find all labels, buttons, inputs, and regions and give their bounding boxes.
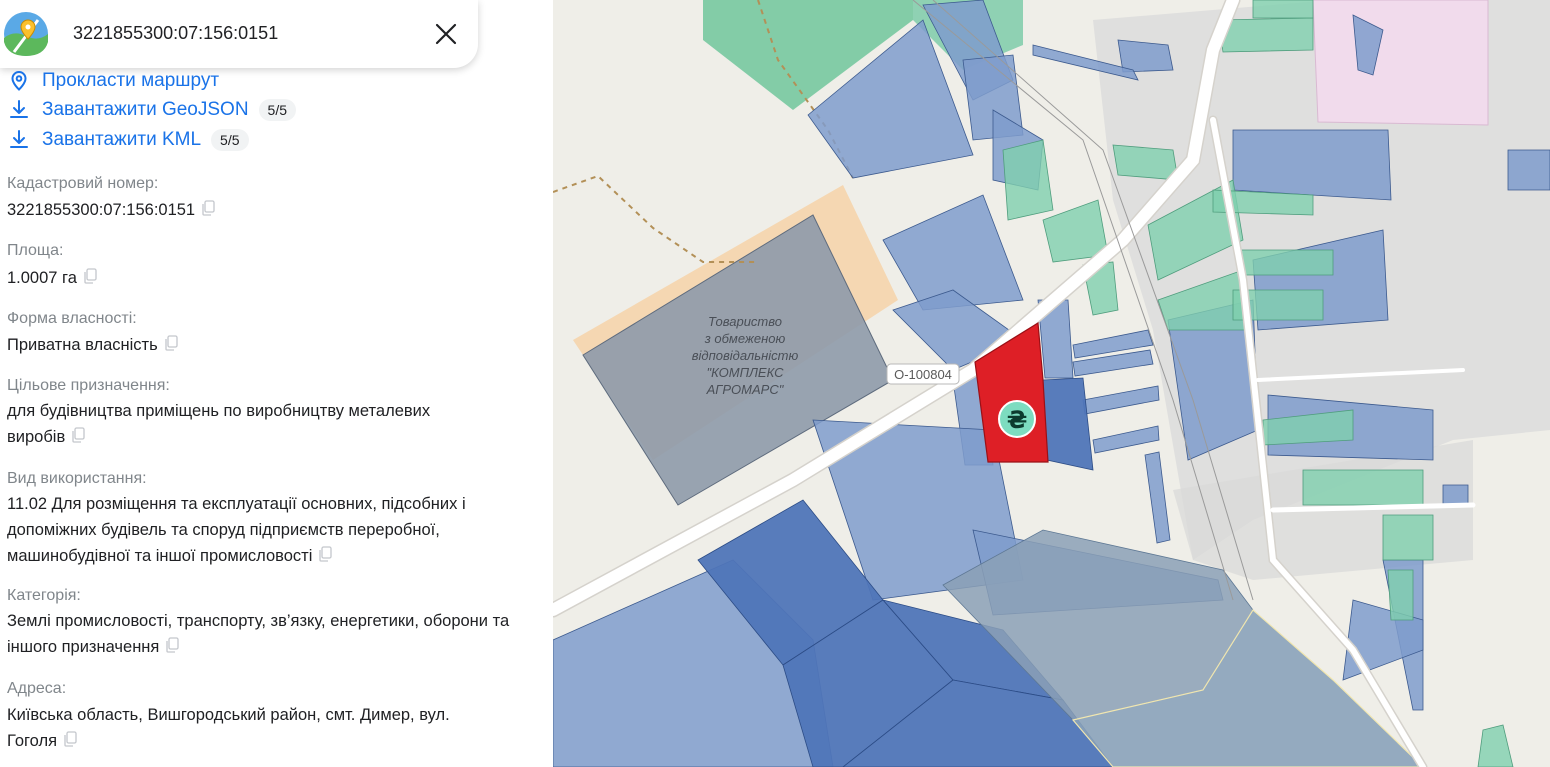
road-name: O-100804: [894, 367, 952, 382]
parcel-marker[interactable]: ₴: [998, 400, 1036, 438]
area-number: 1.0007 га: [7, 269, 77, 287]
parcel: [1117, 39, 1174, 73]
parcel: [1302, 469, 1424, 506]
cadastral-value: 3221855300:07:156:0151: [7, 197, 527, 223]
category-value: Землі промисловості, транспорту, зв’язку…: [7, 608, 532, 660]
usage-label: Вид використання:: [7, 470, 147, 487]
parcel: [1382, 514, 1434, 561]
road-label: O-100804: [886, 363, 960, 385]
company-label-line: Товариство: [708, 314, 782, 329]
route-link[interactable]: Прокласти маршрут: [8, 69, 219, 93]
download-geojson-link[interactable]: Завантажити GeoJSON 5/5: [8, 98, 297, 122]
close-icon[interactable]: [432, 20, 460, 48]
parcel-info-panel: 3221855300:07:156:0151 Прокласти маршрут…: [0, 0, 553, 767]
area-value: 1.0007 га: [7, 265, 527, 291]
company-label-line: з обмеженою: [704, 331, 786, 346]
cadastral-label: Кадастровий номер:: [7, 175, 159, 192]
geojson-count-badge: 5/5: [258, 99, 297, 121]
company-label-line: "КОМПЛЕКС: [707, 365, 785, 380]
map-view[interactable]: ₴ O-100804 Товариство з обмеженою відпов…: [553, 0, 1550, 767]
copy-icon[interactable]: [318, 546, 333, 562]
location-pin-icon: [11, 70, 27, 91]
address-value: Київська область, Вишгородський район, с…: [7, 702, 487, 754]
download-geojson-label: Завантажити GeoJSON: [42, 99, 249, 120]
usage-text: 11.02 Для розміщення та експлуатації осн…: [7, 495, 466, 565]
parcel: [1217, 17, 1314, 53]
cadastral-number: 3221855300:07:156:0151: [7, 201, 196, 219]
area-label: Площа:: [7, 242, 64, 259]
search-input[interactable]: 3221855300:07:156:0151: [73, 23, 278, 44]
company-label-line: АГРОМАРС": [706, 382, 785, 397]
company-label-line: відповідальністю: [692, 348, 799, 363]
parcel: [1237, 249, 1334, 276]
route-link-label: Прокласти маршрут: [42, 70, 220, 91]
search-bar[interactable]: 3221855300:07:156:0151: [0, 0, 478, 68]
category-label: Категорія:: [7, 587, 81, 604]
parcel: [1232, 129, 1392, 201]
copy-icon[interactable]: [71, 427, 85, 443]
parcel: [1507, 149, 1550, 191]
copy-icon[interactable]: [201, 200, 215, 216]
download-kml-label: Завантажити KML: [42, 129, 202, 150]
hryvnia-icon: ₴: [1007, 406, 1028, 434]
ownership-value: Приватна власність: [7, 332, 527, 358]
purpose-value: для будівництва приміщень по виробництву…: [7, 398, 477, 450]
parcel: [1252, 0, 1314, 19]
parcel: [1442, 484, 1469, 506]
copy-icon[interactable]: [83, 268, 97, 284]
download-icon: [10, 130, 28, 148]
category-text: Землі промисловості, транспорту, зв’язку…: [7, 612, 510, 656]
parcel: [1387, 569, 1414, 621]
download-kml-link[interactable]: Завантажити KML 5/5: [8, 128, 249, 152]
download-icon: [10, 100, 28, 118]
purpose-label: Цільове призначення:: [7, 377, 170, 394]
copy-icon[interactable]: [164, 335, 178, 351]
address-label: Адреса:: [7, 680, 67, 697]
map-canvas[interactable]: ₴ O-100804 Товариство з обмеженою відпов…: [553, 0, 1550, 767]
usage-value: 11.02 Для розміщення та експлуатації осн…: [7, 491, 502, 569]
map-logo-icon: [4, 12, 48, 56]
kml-count-badge: 5/5: [211, 129, 249, 151]
copy-icon[interactable]: [63, 731, 77, 747]
parcel: [1112, 144, 1179, 181]
copy-icon[interactable]: [165, 637, 180, 653]
pink-zone: [1312, 0, 1489, 126]
ownership-text: Приватна власність: [7, 336, 158, 354]
ownership-label: Форма власності:: [7, 310, 137, 327]
